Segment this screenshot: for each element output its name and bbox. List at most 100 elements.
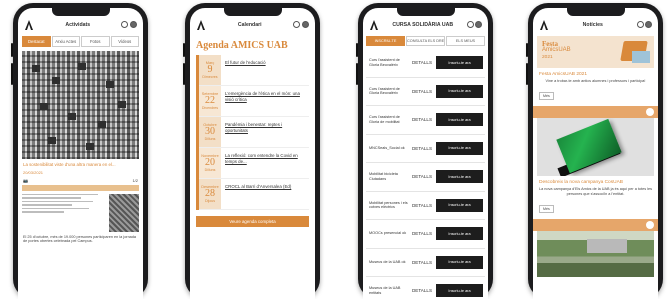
profile-icon[interactable]: [121, 21, 129, 28]
phone-mockup-activitats: Actividats Destacat Arxiu Actes Fotos Ví…: [11, 3, 148, 299]
enroll-button[interactable]: Inscriu-te ara: [436, 198, 483, 212]
plus-icon[interactable]: [646, 220, 654, 229]
tab-destacat[interactable]: Destacat: [22, 36, 51, 47]
details-link[interactable]: DETALLS: [408, 117, 436, 122]
row-name: Curs l'assistent de Gloria Beovalérix: [369, 86, 400, 96]
details-link[interactable]: DETALLS: [408, 288, 436, 293]
document-thumbnail: [109, 193, 139, 232]
news-summary: La nova campanya d'Els Amics de la UAB j…: [539, 186, 653, 196]
featured-photo[interactable]: [22, 51, 139, 159]
tab-arxiu-actes[interactable]: Arxiu Actes: [51, 36, 80, 47]
enroll-button[interactable]: Inscriu-te ara: [436, 113, 483, 127]
phone-mockup-cursa-solidaria: CURSA SOLIDÀRIA UAB INSCRIU-TE CONSULTA …: [356, 3, 493, 299]
profile-icon[interactable]: [466, 21, 474, 28]
phone-mockup-calendari: Calendari Agenda AMICS UAB Març 9 Dimecr…: [183, 3, 320, 299]
page-title: Notícies: [582, 21, 603, 28]
phone-notch: [566, 8, 625, 16]
event-title-link[interactable]: La reflexió: com entendre la Covid en te…: [221, 148, 309, 178]
details-link[interactable]: DETALLS: [408, 60, 436, 65]
phone-notch: [51, 8, 110, 16]
cursa-tabs: INSCRIU-TE CONSULTA ELS DRETS ELS MEUS: [366, 36, 485, 46]
news-title-link[interactable]: Festa AmicsUAB 2021: [539, 72, 652, 77]
section-bar: [533, 105, 658, 118]
row-name: Mobilitat persones i els cotxes elèctric…: [369, 200, 408, 210]
phone-screen: Notícies Festa AmicsUAB 2021 Festa Amics…: [533, 8, 658, 299]
row-name: MNCSeals_Social ok: [369, 145, 405, 150]
enroll-button[interactable]: Inscriu-te ara: [436, 141, 483, 155]
section-banner: [22, 184, 139, 191]
campus-photo[interactable]: [537, 230, 654, 277]
document-preview[interactable]: [22, 193, 139, 232]
phone-screen: Actividats Destacat Arxiu Actes Fotos Ví…: [18, 8, 143, 299]
enroll-button[interactable]: Inscriu-te ara: [436, 284, 483, 298]
plus-icon[interactable]: [646, 107, 654, 116]
event-title-link[interactable]: CROCL al Barri d'Anversalea (Ed): [221, 179, 309, 209]
event-date: Març 9 Dimecres: [199, 55, 221, 85]
list-item[interactable]: Setembre 22 Divendres L'emergència de l'…: [199, 86, 309, 117]
phone-mockup-noticies: Notícies Festa AmicsUAB 2021 Festa Amics…: [526, 3, 663, 299]
full-agenda-button[interactable]: Veure agenda completa: [196, 216, 309, 227]
row-name: Museus de la UAB ok: [369, 259, 406, 264]
page-title: Actividats: [65, 21, 91, 28]
agenda-heading: Agenda AMICS UAB: [196, 40, 288, 51]
details-link[interactable]: DETALLS: [408, 174, 436, 179]
tab-fotos[interactable]: Fotos: [81, 36, 110, 47]
enroll-button[interactable]: Inscriu-te ara: [436, 227, 483, 241]
festa-banner[interactable]: Festa AmicsUAB 2021: [537, 36, 654, 68]
more-button[interactable]: Més: [539, 91, 554, 100]
header-actions: [121, 21, 137, 28]
photo-caption-link[interactable]: La sostenibilitat viste d'una altra mane…: [23, 162, 138, 168]
uab-logo-icon[interactable]: [24, 19, 34, 31]
tab-videos[interactable]: Vídeos: [110, 36, 139, 47]
campaign-card-image[interactable]: [537, 117, 654, 176]
more-button[interactable]: Més: [539, 204, 554, 213]
enroll-button[interactable]: Inscriu-te ara: [436, 84, 483, 98]
profile-icon[interactable]: [636, 21, 644, 28]
tab-inscriu-te[interactable]: INSCRIU-TE: [366, 36, 405, 46]
photo-counter: 1/2: [132, 177, 138, 183]
list-item[interactable]: Desembre 28 Dijous CROCL al Barri d'Anve…: [199, 179, 309, 210]
event-title-link[interactable]: Pandèmia i benestar: reptes i oportunita…: [221, 117, 309, 147]
uab-logo-icon[interactable]: [539, 19, 549, 31]
phone-screen: CURSA SOLIDÀRIA UAB INSCRIU-TE CONSULTA …: [363, 8, 488, 299]
table-row: Mobilitat persones i els cotxes elèctric…: [366, 192, 485, 220]
event-title-link[interactable]: L'emergència de l'ètica en el món: una v…: [221, 86, 309, 116]
photo-controls: 📷 1/2: [23, 178, 138, 183]
header-actions: [293, 21, 309, 28]
list-item[interactable]: Octubre 30 Dilluns Pandèmia i benestar: …: [199, 117, 309, 148]
list-item[interactable]: Març 9 Dimecres El futur de l'educació: [199, 55, 309, 86]
event-list: Març 9 Dimecres El futur de l'educació S…: [196, 55, 309, 210]
profile-icon[interactable]: [293, 21, 301, 28]
table-row: MOOCs presencial ok DETALLS Inscriu-te a…: [366, 220, 485, 249]
row-name: Mobilitat bicicleta Ciutadans: [369, 172, 398, 181]
header-actions: [636, 21, 652, 28]
enroll-button[interactable]: Inscriu-te ara: [436, 56, 483, 70]
details-link[interactable]: DETALLS: [408, 89, 436, 94]
uab-logo-icon[interactable]: [196, 19, 206, 31]
uab-logo-icon[interactable]: [369, 19, 379, 31]
camera-icon[interactable]: 📷: [23, 178, 28, 183]
menu-icon[interactable]: [301, 21, 309, 28]
tab-els-meus[interactable]: ELS MEUS: [446, 36, 485, 46]
details-link[interactable]: DETALLS: [408, 231, 436, 236]
tab-consulta-drets[interactable]: CONSULTA ELS DRETS: [406, 36, 445, 46]
event-date: Octubre 30 Dilluns: [199, 117, 221, 147]
news-title-link[interactable]: Descobreix la nova campanya CosUAB: [539, 180, 652, 185]
list-item[interactable]: Novembre 20 Dilluns La reflexió: com ent…: [199, 148, 309, 179]
row-name: MOOCs presencial ok: [369, 231, 407, 236]
menu-icon[interactable]: [645, 21, 652, 28]
menu-icon[interactable]: [129, 21, 137, 28]
details-link[interactable]: DETALLS: [408, 146, 436, 151]
news-summary: Vine a trobar-te amb antics alumnes i pr…: [545, 79, 646, 83]
row-name: Museus de la UAB entitats: [369, 286, 401, 295]
phone-screen: Calendari Agenda AMICS UAB Març 9 Dimecr…: [190, 8, 315, 299]
enroll-button[interactable]: Inscriu-te ara: [436, 255, 483, 269]
details-link[interactable]: DETALLS: [408, 260, 436, 265]
table-row: Curs l'assistent de Gloria Beovalérix DE…: [366, 49, 485, 78]
page-title: CURSA SOLIDÀRIA UAB: [392, 21, 454, 28]
details-link[interactable]: DETALLS: [408, 203, 436, 208]
menu-icon[interactable]: [475, 21, 482, 28]
enroll-button[interactable]: Inscriu-te ara: [436, 170, 483, 184]
section-bar: [533, 218, 658, 231]
event-title-link[interactable]: El futur de l'educació: [221, 55, 309, 85]
